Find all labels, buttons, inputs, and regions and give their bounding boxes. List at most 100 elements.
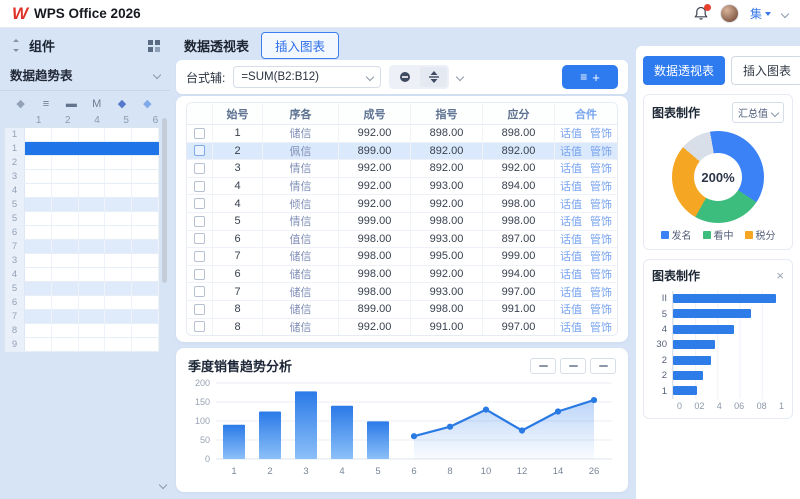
user-avatar[interactable] [719, 4, 739, 23]
row-checkbox[interactable] [194, 233, 205, 245]
sheet-cell[interactable] [79, 170, 106, 183]
sheet-cell[interactable] [132, 170, 159, 183]
sheet-cell[interactable] [132, 128, 159, 141]
action-link[interactable]: 话值 [560, 248, 582, 264]
sheet-cell[interactable] [25, 254, 52, 267]
action-link[interactable]: 话值 [560, 231, 582, 247]
checkbox-cell[interactable] [187, 125, 213, 142]
action-link[interactable]: 管饰 [590, 178, 612, 194]
table-row[interactable]: 1 储信 992.00 898.00 898.00 话值 管饰 [187, 125, 617, 143]
sheet-cell[interactable] [52, 128, 79, 141]
action-link[interactable]: 话值 [560, 284, 582, 300]
sheet-cell[interactable] [79, 338, 106, 351]
sheet-cell[interactable] [79, 212, 106, 225]
table-row[interactable]: 4 倾信 992.00 992.00 998.00 话值 管饰 [187, 195, 617, 213]
checkbox-cell[interactable] [187, 142, 213, 160]
sheet-cell[interactable] [25, 156, 52, 169]
table-row[interactable]: 7 储信 998.00 993.00 997.00 话值 管饰 [187, 283, 617, 301]
row-checkbox[interactable] [194, 268, 205, 280]
sheet-cell[interactable] [79, 254, 106, 267]
sheet-cell[interactable] [105, 268, 133, 281]
sheet-cell[interactable] [25, 142, 52, 155]
sheet-cell[interactable] [79, 184, 106, 197]
sheet-cell[interactable] [105, 296, 133, 309]
action-link[interactable]: 管饰 [590, 301, 612, 317]
sheet-cell[interactable] [105, 198, 133, 211]
action-link[interactable]: 话值 [560, 213, 582, 229]
table-row[interactable]: 5 情信 999.00 998.00 998.00 话值 管饰 [187, 212, 617, 231]
sheet-cell[interactable] [132, 282, 159, 295]
sheet-cell[interactable] [52, 198, 79, 211]
action-link[interactable]: 管饰 [590, 143, 612, 159]
sheet-row[interactable]: 4 [5, 268, 159, 282]
sheet-row[interactable]: 2 [5, 156, 159, 170]
row-checkbox[interactable] [194, 180, 205, 192]
sheet-row[interactable]: 4 [5, 184, 159, 198]
table-row[interactable]: 6 储信 998.00 992.00 994.00 话值 管饰 [187, 265, 617, 284]
checkbox-cell[interactable] [187, 177, 213, 195]
sheet-row[interactable]: 6 [5, 226, 159, 240]
sheet-cell[interactable] [132, 240, 159, 253]
row-checkbox[interactable] [194, 162, 205, 174]
sheet-cell[interactable] [105, 240, 133, 253]
sheet-cell[interactable] [105, 282, 133, 295]
row-checkbox[interactable] [194, 145, 205, 157]
checkbox-cell[interactable] [187, 212, 213, 230]
action-link[interactable]: 管饰 [590, 266, 612, 282]
sheet-cell[interactable] [132, 310, 159, 323]
sheet-cell[interactable] [52, 142, 79, 155]
sheet-cell[interactable] [79, 128, 106, 141]
sheet-cell[interactable] [52, 296, 79, 309]
sheet-cell[interactable] [79, 142, 106, 155]
action-link[interactable]: 管饰 [590, 160, 612, 176]
action-link[interactable]: 话值 [560, 301, 582, 317]
diamond-blue-icon[interactable]: ◆ [109, 97, 134, 110]
action-link[interactable]: 话值 [560, 196, 582, 212]
sheet-cell[interactable] [79, 198, 106, 211]
sheet-cell[interactable] [25, 170, 52, 183]
sheet-cell[interactable] [25, 310, 52, 323]
sheet-cell[interactable] [105, 156, 133, 169]
sheet-cell[interactable] [105, 324, 133, 337]
table-row[interactable]: 4 情信 992.00 993.00 894.00 话值 管饰 [187, 177, 617, 196]
sheet-cell[interactable] [25, 212, 52, 225]
row-checkbox[interactable] [194, 286, 205, 298]
sheet-cell[interactable] [52, 184, 79, 197]
sheet-cell[interactable] [105, 212, 133, 225]
action-link[interactable]: 管饰 [590, 196, 612, 212]
sheet-row[interactable]: 1 [5, 142, 159, 156]
sheet-cell[interactable] [52, 170, 79, 183]
sheet-row[interactable]: 7 [5, 240, 159, 254]
sheet-row[interactable]: 6 [5, 296, 159, 310]
action-link[interactable]: 管饰 [590, 213, 612, 229]
list-icon[interactable]: ≡ [33, 98, 58, 110]
sheet-row[interactable]: 3 [5, 170, 159, 184]
sheet-cell[interactable] [79, 268, 106, 281]
dataset-selector[interactable]: 数据趋势表 [0, 61, 170, 91]
sheet-row[interactable]: 5 [5, 282, 159, 296]
sheet-cell[interactable] [79, 310, 106, 323]
action-link[interactable]: 话值 [560, 125, 582, 141]
chart-action-button-1[interactable] [530, 357, 556, 374]
sheet-cell[interactable] [105, 184, 133, 197]
sheet-cell[interactable] [132, 254, 159, 267]
sheet-cell[interactable] [132, 198, 159, 211]
sheet-cell[interactable] [79, 240, 106, 253]
action-link[interactable]: 话值 [560, 143, 582, 159]
row-checkbox[interactable] [194, 215, 205, 227]
checkbox-cell[interactable] [187, 265, 213, 283]
row-checkbox[interactable] [194, 198, 205, 210]
sheet-cell[interactable] [25, 240, 52, 253]
action-link[interactable]: 管饰 [590, 248, 612, 264]
formula-input[interactable]: =SUM(B2:B12) [233, 66, 382, 88]
row-checkbox[interactable] [194, 250, 205, 262]
sheet-cell[interactable] [132, 324, 159, 337]
insert-chart-button[interactable]: 插入图表 [731, 56, 800, 85]
sheet-row[interactable]: 3 [5, 254, 159, 268]
chart-action-button-3[interactable] [590, 357, 616, 374]
sheet-row[interactable]: 5 [5, 212, 159, 226]
checkbox-cell[interactable] [187, 300, 213, 318]
sort-button[interactable] [420, 67, 448, 87]
chevron-down-icon[interactable] [456, 72, 465, 82]
scroll-down-chevron-icon[interactable] [158, 480, 168, 490]
